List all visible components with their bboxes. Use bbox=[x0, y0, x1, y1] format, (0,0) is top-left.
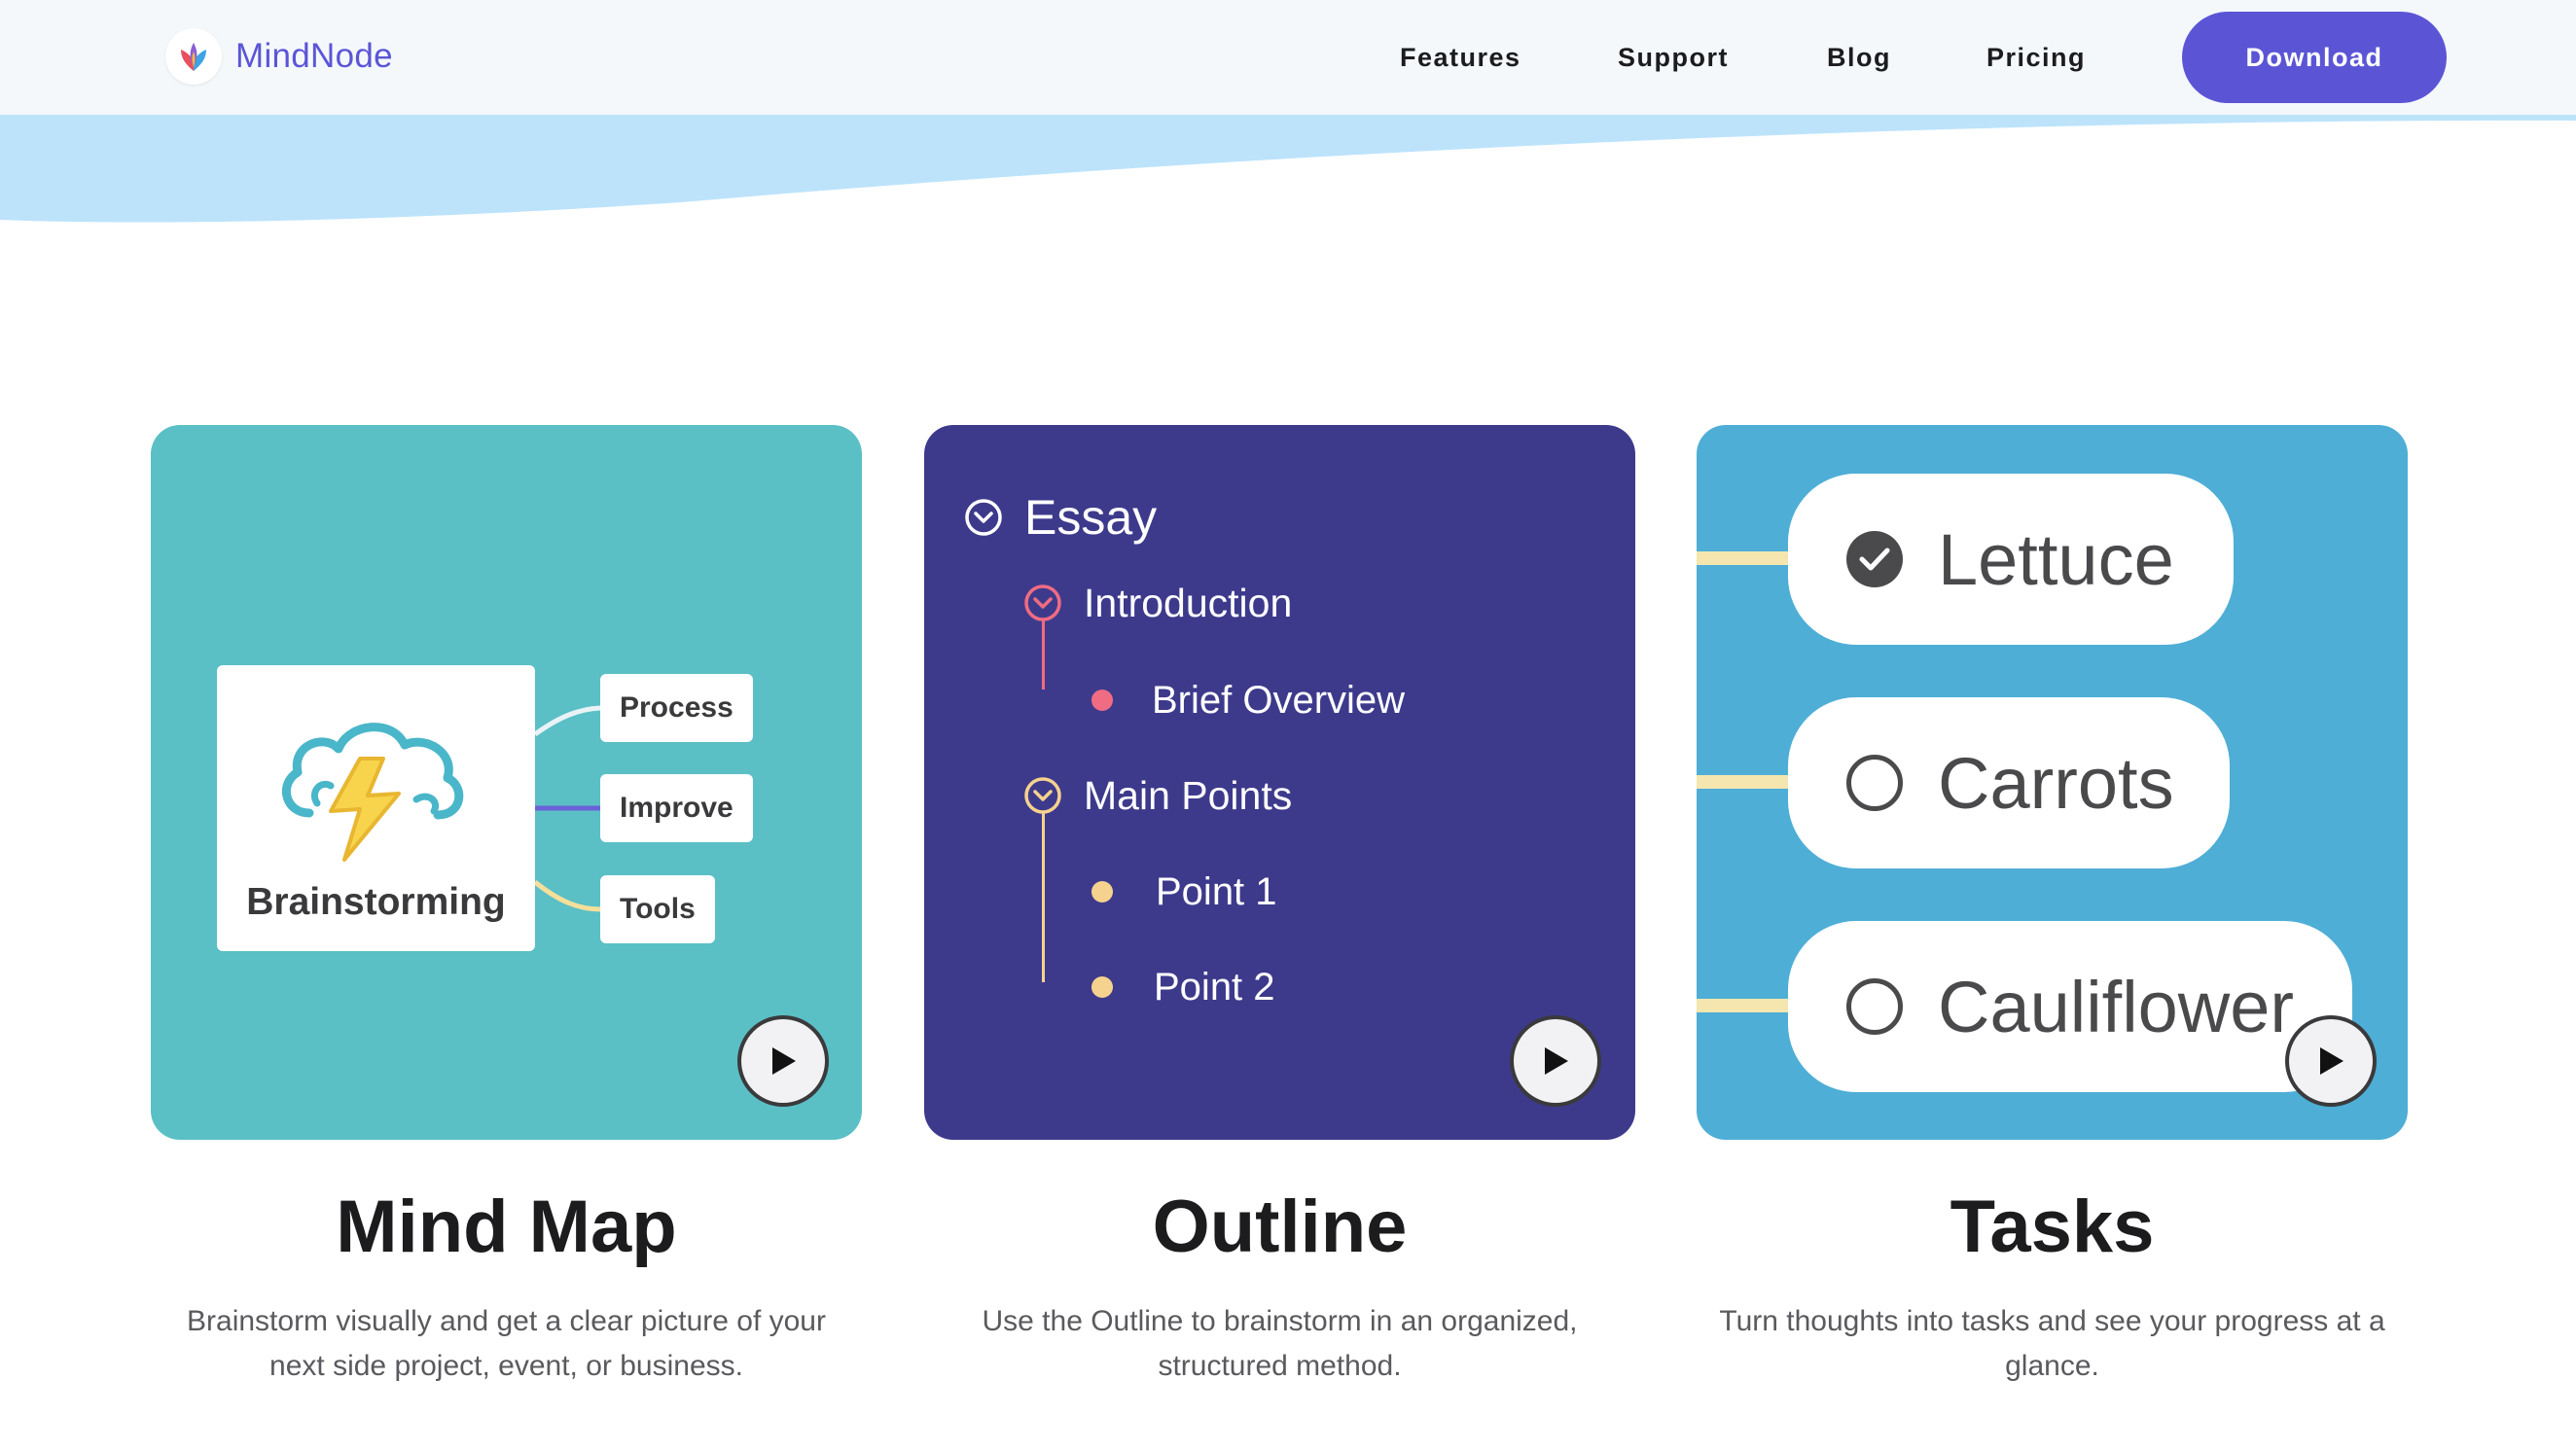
outline-root-label: Essay bbox=[1024, 490, 1158, 545]
task-connector bbox=[1697, 775, 1790, 789]
outline-item-label: Point 1 bbox=[1156, 869, 1277, 913]
outline-item-point-1[interactable]: Point 1 bbox=[1091, 860, 1277, 924]
empty-circle-icon[interactable] bbox=[1846, 978, 1903, 1035]
header-wave bbox=[0, 115, 2576, 223]
outline-item-label: Introduction bbox=[1084, 580, 1293, 625]
outline-card[interactable]: Essay Introduction Brief Overview Main P… bbox=[924, 425, 1635, 1140]
brand-name: MindNode bbox=[235, 37, 393, 75]
chevron-down-circle-icon bbox=[1024, 777, 1061, 814]
outline-item-label: Main Points bbox=[1084, 772, 1293, 818]
task-item-cauliflower[interactable]: Cauliflower bbox=[1788, 921, 2352, 1092]
task-label: Carrots bbox=[1938, 742, 2174, 824]
feature-description-tasks: Turn thoughts into tasks and see your pr… bbox=[1719, 1305, 2385, 1382]
checkmark-circle-icon[interactable] bbox=[1846, 531, 1903, 587]
chevron-down-circle-icon bbox=[1024, 584, 1061, 621]
brand-logo[interactable]: MindNode bbox=[165, 27, 393, 86]
mindnode-logo-icon bbox=[165, 28, 222, 85]
play-icon bbox=[1545, 1047, 1568, 1075]
storm-cloud-icon bbox=[282, 723, 464, 862]
task-connector bbox=[1697, 551, 1790, 565]
tasks-play-button[interactable] bbox=[2285, 1015, 2377, 1107]
bullet-dot-icon bbox=[1091, 690, 1113, 711]
mindmap-node-tools[interactable]: Tools bbox=[600, 875, 715, 943]
mindmap-play-button[interactable] bbox=[737, 1015, 829, 1107]
bullet-dot-icon bbox=[1091, 976, 1113, 998]
mindmap-node-improve[interactable]: Improve bbox=[600, 774, 753, 842]
download-button[interactable]: Download bbox=[2182, 12, 2447, 103]
nav-features[interactable]: Features bbox=[1400, 29, 1521, 86]
mindmap-node-process[interactable]: Process bbox=[600, 674, 753, 742]
bullet-dot-icon bbox=[1091, 881, 1113, 902]
outline-item-label: Brief Overview bbox=[1152, 678, 1406, 722]
feature-title-tasks: Tasks bbox=[1950, 1186, 2155, 1268]
mindmap-central-label: Brainstorming bbox=[246, 881, 506, 923]
task-item-carrots[interactable]: Carrots bbox=[1788, 697, 2230, 868]
nav-blog[interactable]: Blog bbox=[1827, 29, 1891, 86]
task-label: Lettuce bbox=[1938, 518, 2174, 600]
feature-description-mind-map: Brainstorm visually and get a clear pict… bbox=[187, 1305, 826, 1382]
outline-item-label: Point 2 bbox=[1154, 965, 1275, 1009]
play-icon bbox=[2320, 1047, 2343, 1075]
chevron-down-circle-icon bbox=[965, 499, 1002, 536]
mindmap-card[interactable]: Brainstorming Process Improve Tools bbox=[151, 425, 862, 1140]
feature-title-outline: Outline bbox=[1152, 1186, 1408, 1268]
outline-play-button[interactable] bbox=[1510, 1015, 1601, 1107]
nav-support[interactable]: Support bbox=[1618, 29, 1729, 86]
outline-item-point-2[interactable]: Point 2 bbox=[1091, 955, 1275, 1019]
outline-item-brief-overview[interactable]: Brief Overview bbox=[1091, 668, 1405, 732]
play-icon bbox=[772, 1047, 796, 1075]
outline-root[interactable]: Essay bbox=[964, 483, 1157, 551]
nav-pricing[interactable]: Pricing bbox=[1986, 29, 2086, 86]
task-connector bbox=[1697, 999, 1790, 1012]
task-label: Cauliflower bbox=[1938, 966, 2295, 1047]
feature-description-outline: Use the Outline to brainstorm in an orga… bbox=[982, 1305, 1578, 1382]
outline-item-main-points[interactable]: Main Points bbox=[1023, 763, 1292, 828]
task-item-lettuce[interactable]: Lettuce bbox=[1788, 474, 2234, 645]
outline-item-introduction[interactable]: Introduction bbox=[1023, 571, 1292, 635]
mindmap-central-node[interactable]: Brainstorming bbox=[217, 665, 535, 951]
empty-circle-icon[interactable] bbox=[1846, 755, 1903, 811]
tasks-card[interactable]: Lettuce Carrots Cauliflower bbox=[1697, 425, 2408, 1140]
feature-title-mind-map: Mind Map bbox=[336, 1186, 677, 1268]
